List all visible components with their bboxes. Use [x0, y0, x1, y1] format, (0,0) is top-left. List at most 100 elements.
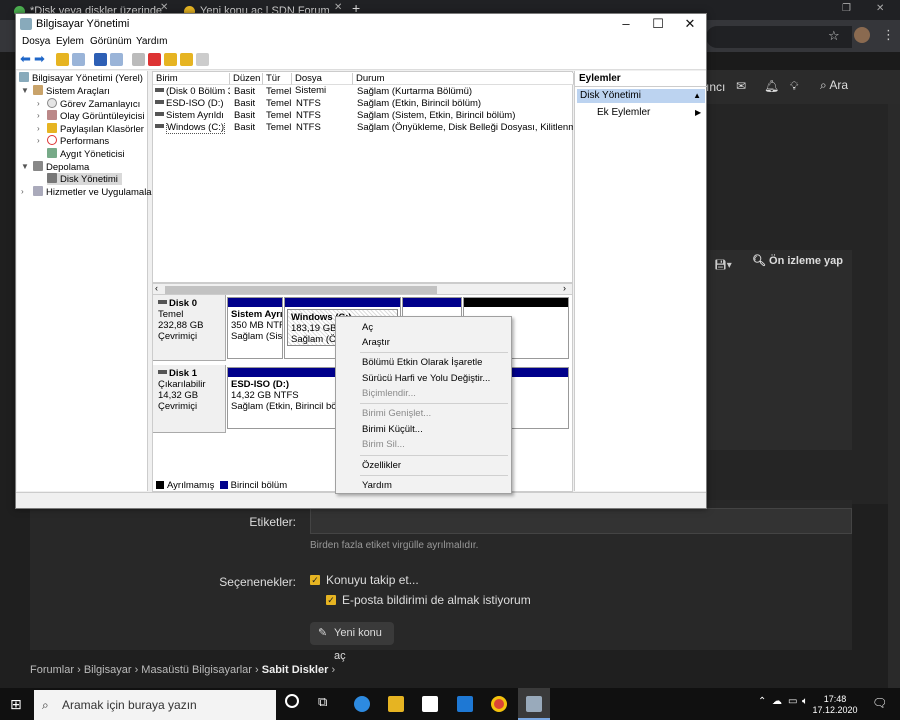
expander-icon[interactable]: ▼ [21, 85, 29, 97]
maximize-button[interactable]: ☐ [642, 14, 674, 34]
profile-avatar[interactable] [854, 27, 870, 43]
new-topic-button[interactable]: ✎ Yeni konu aç [310, 622, 394, 662]
tree-node-performance[interactable]: Performans [47, 135, 109, 147]
scroll-right-icon[interactable]: › [563, 283, 566, 293]
window-titlebar[interactable]: Bilgisayar Yönetimi – ☐ ✕ [16, 14, 706, 34]
partition-system-reserved[interactable]: Sistem Ayrıl 350 MB NTF Sağlam (Sist [227, 297, 283, 359]
preview-button[interactable]: 🔍︎ Ön izleme yap [752, 254, 843, 267]
collapse-icon[interactable]: ▲ [693, 89, 701, 103]
folder-up-icon[interactable] [164, 53, 177, 66]
menu-gorunum[interactable]: Görünüm [90, 36, 132, 47]
column-header[interactable]: Birim [153, 73, 230, 85]
tab-close-icon[interactable]: ✕ [334, 2, 342, 13]
menu-item-change-drive-letter[interactable]: Sürücü Harfi ve Yolu Değiştir... [362, 373, 490, 385]
bell-icon[interactable]: 🔔︎ [764, 79, 779, 93]
breadcrumb-item[interactable]: Masaüstü Bilgisayarlar [141, 664, 252, 676]
cloud-icon[interactable]: ☁ [772, 696, 782, 707]
cortana-icon[interactable] [285, 694, 299, 708]
properties-icon[interactable] [196, 53, 209, 66]
tree-node-device-manager[interactable]: Aygıt Yöneticisi [47, 148, 125, 160]
layout-cell: Basit [234, 122, 256, 133]
expander-icon[interactable]: › [21, 186, 24, 198]
expander-icon[interactable]: ▼ [21, 161, 29, 173]
tree-label: Disk Yönetimi [60, 174, 118, 185]
submenu-arrow-icon: ▶ [695, 108, 702, 117]
column-header[interactable]: Düzen [230, 73, 263, 85]
volume-icon[interactable]: 🔈︎ [802, 696, 808, 707]
back-arrow-icon[interactable]: ⬅ [20, 51, 31, 67]
menu-item-properties[interactable]: Özellikler [362, 460, 401, 472]
help-icon[interactable] [94, 53, 107, 66]
menu-item-open[interactable]: Aç [362, 322, 373, 334]
browser-menu-icon[interactable]: ⋮ [882, 27, 895, 43]
expander-icon[interactable]: › [37, 98, 40, 110]
column-header[interactable]: Tür [263, 73, 292, 85]
menu-item-explore[interactable]: Araştır [362, 337, 390, 349]
disk-legend: Ayrılmamış Birincil bölüm [156, 480, 287, 491]
minimize-button[interactable]: – [610, 14, 642, 34]
bookmark-star-icon[interactable]: ☆ [828, 28, 840, 44]
taskbar-search-input[interactable]: ⌕ Aramak için buraya yazın [34, 690, 276, 720]
store-icon[interactable] [422, 696, 438, 712]
tags-input[interactable] [310, 508, 852, 534]
mail-icon[interactable]: ✉ [736, 79, 746, 93]
edge-icon[interactable] [354, 696, 370, 712]
tree-node-storage[interactable]: Depolama [33, 161, 89, 173]
scrollbar-thumb[interactable] [165, 286, 437, 294]
forum-search-button[interactable]: ⌕ Ara [820, 78, 848, 93]
actions-section-disk-management[interactable]: Disk Yönetimi ▲ [577, 89, 705, 103]
tree-node-event-viewer[interactable]: Olay Görüntüleyicisi [47, 110, 144, 122]
search-folder-icon[interactable] [180, 53, 193, 66]
page-scrollbar[interactable] [888, 104, 900, 688]
tray-chevron-icon[interactable]: ⌃ [758, 696, 766, 707]
tree-node-system-tools[interactable]: Sistem Araçları [33, 85, 110, 97]
column-header[interactable]: Dosya Sistemi [292, 73, 353, 96]
up-folder-icon[interactable] [56, 53, 69, 66]
disk1-info[interactable]: Disk 1 Çıkarılabilir 14,32 GB Çevrimiçi [153, 365, 226, 433]
expander-icon[interactable]: › [37, 110, 40, 122]
forward-arrow-icon[interactable]: ➡ [34, 51, 45, 67]
menu-item-help[interactable]: Yardım [362, 480, 392, 492]
expander-icon[interactable]: › [37, 135, 40, 147]
menu-yardim[interactable]: Yardım [136, 36, 168, 47]
menu-item-shrink-volume[interactable]: Birimi Küçült... [362, 424, 423, 436]
taskbar-clock[interactable]: 17:48 17.12.2020 [810, 694, 860, 716]
browser-restore-icon[interactable]: ❐ [842, 3, 851, 14]
scroll-left-icon[interactable]: ‹ [155, 283, 158, 293]
tree-node-task-scheduler[interactable]: Görev Zamanlayıcı [47, 98, 140, 110]
watch-checkbox[interactable]: ✓ [310, 575, 320, 585]
bulb-icon[interactable]: 💡︎ [790, 79, 798, 94]
breadcrumb-item[interactable]: Bilgisayar [84, 664, 132, 676]
menu-dosya[interactable]: Dosya [22, 36, 50, 47]
tree-label: Sistem Araçları [46, 86, 110, 97]
windows-start-icon[interactable]: ⊞ [10, 696, 22, 713]
task-view-icon[interactable]: ⧉ [318, 694, 327, 710]
email-checkbox[interactable]: ✓ [326, 595, 336, 605]
file-explorer-icon[interactable] [388, 696, 404, 712]
save-draft-icon[interactable]: 💾︎▾ [714, 260, 732, 271]
expander-icon[interactable]: › [37, 123, 40, 135]
show-tree-icon[interactable] [72, 53, 85, 66]
check-icon[interactable] [148, 53, 161, 66]
more-actions-item[interactable]: Ek Eylemler [597, 107, 650, 118]
mail-app-icon[interactable] [457, 696, 473, 712]
show-action-pane-icon[interactable] [110, 53, 123, 66]
menu-item-mark-active[interactable]: Bölümü Etkin Olarak İşaretle [362, 357, 482, 369]
disk0-info[interactable]: Disk 0 Temel 232,88 GB Çevrimiçi [153, 295, 226, 361]
computer-management-taskbar-button[interactable] [518, 688, 550, 720]
connect-icon[interactable] [132, 53, 145, 66]
chrome-icon[interactable] [491, 696, 507, 712]
menu-eylem[interactable]: Eylem [56, 36, 84, 47]
tree-node-root[interactable]: Bilgisayar Yönetimi (Yerel) [19, 72, 143, 84]
close-button[interactable]: ✕ [674, 14, 706, 34]
tree-node-services[interactable]: Hizmetler ve Uygulamalar [33, 186, 155, 198]
column-header[interactable]: Durum [353, 73, 574, 85]
notifications-icon[interactable]: 🗨︎ [872, 696, 887, 710]
tree-node-disk-management[interactable]: Disk Yönetimi [47, 173, 122, 185]
breadcrumb-item[interactable]: Forumlar [30, 664, 74, 676]
tab-close-icon[interactable]: ✕ [160, 2, 168, 13]
browser-close-icon[interactable]: ✕ [876, 3, 884, 14]
volume-list: Birim Düzen Tür Dosya Sistemi Durum (Dis… [152, 71, 574, 283]
network-icon[interactable]: ▭ [788, 696, 797, 707]
tree-node-shared-folders[interactable]: Paylaşılan Klasörler [47, 123, 144, 135]
